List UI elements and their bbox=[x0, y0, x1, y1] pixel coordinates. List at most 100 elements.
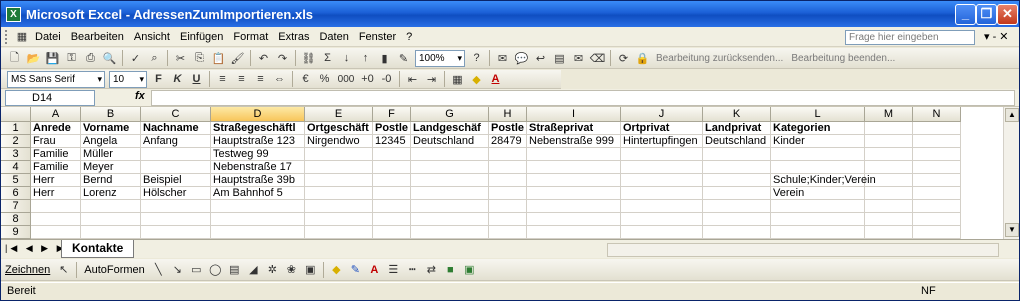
arrow-style-icon[interactable]: ⇄ bbox=[423, 262, 440, 278]
arrow-icon[interactable]: ↘ bbox=[169, 262, 186, 278]
row-header-2[interactable]: 2 bbox=[1, 135, 31, 148]
column-header-c[interactable]: C bbox=[141, 107, 211, 122]
column-header-l[interactable]: L bbox=[771, 107, 865, 122]
cell-d9[interactable] bbox=[211, 226, 305, 239]
cell-l2[interactable]: Kinder bbox=[771, 135, 865, 148]
cell-f4[interactable] bbox=[373, 161, 411, 174]
picture-icon[interactable]: ▣ bbox=[302, 262, 319, 278]
tab-kontakte[interactable]: Kontakte bbox=[61, 240, 135, 258]
spelling-icon[interactable]: ✓ bbox=[127, 50, 144, 66]
cell-l3[interactable] bbox=[771, 148, 865, 161]
indent-icon[interactable]: ⇥ bbox=[423, 71, 440, 87]
draw-menu[interactable]: Zeichnen bbox=[5, 264, 50, 276]
cell-d1[interactable]: Straßegeschäftl bbox=[211, 122, 305, 135]
cell-e3[interactable] bbox=[305, 148, 373, 161]
copy-icon[interactable]: ⎘ bbox=[191, 50, 208, 66]
cell-b1[interactable]: Vorname bbox=[81, 122, 141, 135]
cell-n6[interactable] bbox=[913, 187, 961, 200]
cell-h7[interactable] bbox=[489, 200, 527, 213]
cell-f2[interactable]: 12345 bbox=[373, 135, 411, 148]
menu-help[interactable]: ? bbox=[406, 31, 412, 43]
increase-decimal-icon[interactable]: +0 bbox=[359, 71, 376, 87]
diagram-icon[interactable]: ✲ bbox=[264, 262, 281, 278]
lock-icon[interactable]: 🔒 bbox=[634, 50, 651, 66]
underline-button[interactable]: U bbox=[188, 71, 205, 87]
help-icon[interactable]: ? bbox=[468, 50, 485, 66]
cell-m1[interactable] bbox=[865, 122, 913, 135]
cell-i9[interactable] bbox=[527, 226, 621, 239]
select-objects-icon[interactable]: ↖ bbox=[55, 262, 72, 278]
column-header-b[interactable]: B bbox=[81, 107, 141, 122]
cell-g8[interactable] bbox=[411, 213, 489, 226]
cell-a7[interactable] bbox=[31, 200, 81, 213]
cell-j9[interactable] bbox=[621, 226, 703, 239]
cell-m2[interactable] bbox=[865, 135, 913, 148]
cell-c1[interactable]: Nachname bbox=[141, 122, 211, 135]
cell-i8[interactable] bbox=[527, 213, 621, 226]
outdent-icon[interactable]: ⇤ bbox=[404, 71, 421, 87]
cell-l9[interactable] bbox=[771, 226, 865, 239]
dash-style-icon[interactable]: ┅ bbox=[404, 262, 421, 278]
rectangle-icon[interactable]: ▭ bbox=[188, 262, 205, 278]
cell-d7[interactable] bbox=[211, 200, 305, 213]
comment-icon[interactable]: 💬 bbox=[513, 50, 530, 66]
font-color-icon[interactable]: A bbox=[366, 262, 383, 278]
review-icon[interactable]: ✉ bbox=[494, 50, 511, 66]
cell-c8[interactable] bbox=[141, 213, 211, 226]
cell-f8[interactable] bbox=[373, 213, 411, 226]
cell-h9[interactable] bbox=[489, 226, 527, 239]
cell-m3[interactable] bbox=[865, 148, 913, 161]
cell-l1[interactable]: Kategorien bbox=[771, 122, 865, 135]
cell-h4[interactable] bbox=[489, 161, 527, 174]
vertical-scrollbar[interactable]: ▲ ▼ bbox=[1003, 107, 1019, 239]
horizontal-scrollbar[interactable] bbox=[607, 243, 999, 257]
cell-k4[interactable] bbox=[703, 161, 771, 174]
thousands-button[interactable]: 000 bbox=[335, 71, 357, 87]
row-header-4[interactable]: 4 bbox=[1, 161, 31, 174]
cell-l7[interactable] bbox=[771, 200, 865, 213]
cell-d6[interactable]: Am Bahnhof 5 bbox=[211, 187, 305, 200]
cell-e4[interactable] bbox=[305, 161, 373, 174]
redo-icon[interactable]: ↷ bbox=[274, 50, 291, 66]
cell-e9[interactable] bbox=[305, 226, 373, 239]
cell-i5[interactable] bbox=[527, 174, 621, 187]
line-style-icon[interactable]: ☰ bbox=[385, 262, 402, 278]
cell-a4[interactable]: Familie bbox=[31, 161, 81, 174]
cell-g1[interactable]: Landgeschäf bbox=[411, 122, 489, 135]
decrease-decimal-icon[interactable]: -0 bbox=[378, 71, 395, 87]
autoshapes-menu[interactable]: AutoFormen bbox=[84, 264, 145, 276]
menu-extras[interactable]: Extras bbox=[278, 31, 309, 43]
cell-m6[interactable] bbox=[865, 187, 913, 200]
wordart-icon[interactable]: ◢ bbox=[245, 262, 262, 278]
cell-e8[interactable] bbox=[305, 213, 373, 226]
menu-daten[interactable]: Daten bbox=[319, 31, 348, 43]
open-folder-icon[interactable]: 📂 bbox=[25, 50, 42, 66]
cell-c6[interactable]: Hölscher bbox=[141, 187, 211, 200]
cell-n4[interactable] bbox=[913, 161, 961, 174]
cell-b8[interactable] bbox=[81, 213, 141, 226]
autosum-icon[interactable]: Σ bbox=[319, 50, 336, 66]
cell-f1[interactable]: Postle bbox=[373, 122, 411, 135]
cell-g4[interactable] bbox=[411, 161, 489, 174]
menu-einfuegen[interactable]: Einfügen bbox=[180, 31, 223, 43]
column-header-a[interactable]: A bbox=[31, 107, 81, 122]
cell-i6[interactable] bbox=[527, 187, 621, 200]
cell-h5[interactable] bbox=[489, 174, 527, 187]
column-header-d[interactable]: D bbox=[211, 107, 305, 122]
cell-n2[interactable] bbox=[913, 135, 961, 148]
cell-h8[interactable] bbox=[489, 213, 527, 226]
cell-j4[interactable] bbox=[621, 161, 703, 174]
cell-j7[interactable] bbox=[621, 200, 703, 213]
cell-i3[interactable] bbox=[527, 148, 621, 161]
undo-icon[interactable]: ↶ bbox=[255, 50, 272, 66]
column-header-m[interactable]: M bbox=[865, 107, 913, 122]
menu-ansicht[interactable]: Ansicht bbox=[134, 31, 170, 43]
cell-d4[interactable]: Nebenstraße 17 bbox=[211, 161, 305, 174]
name-box[interactable]: D14 bbox=[5, 90, 95, 106]
cell-n5[interactable] bbox=[913, 174, 961, 187]
chart-wizard-icon[interactable]: ▮ bbox=[376, 50, 393, 66]
column-header-h[interactable]: H bbox=[489, 107, 527, 122]
cell-g5[interactable] bbox=[411, 174, 489, 187]
column-header-f[interactable]: F bbox=[373, 107, 411, 122]
cell-a1[interactable]: Anrede bbox=[31, 122, 81, 135]
